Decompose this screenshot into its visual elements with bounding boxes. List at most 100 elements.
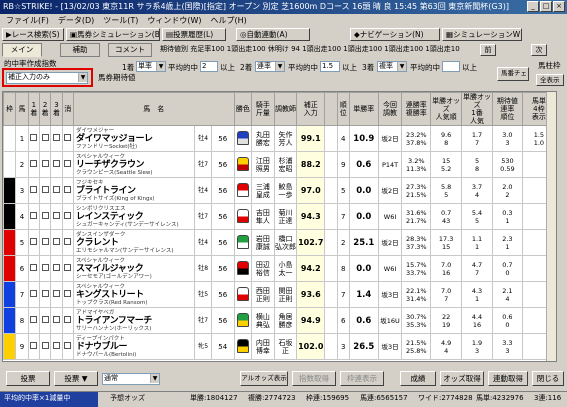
second-checkbox[interactable] — [38, 281, 52, 308]
c5-select[interactable]: 複率 ▼ — [377, 61, 407, 72]
table-row[interactable]: 6 スペシャルウィーク スマイルジャック シーセモア(ゴールデンアワー) 牡8 56 田辺 … — [3, 255, 556, 282]
correction-cell[interactable]: 102.7 — [296, 229, 326, 256]
third-checkbox[interactable] — [50, 151, 63, 178]
menu-tool[interactable]: ツール(T) — [103, 14, 138, 27]
delete-checkbox[interactable] — [61, 151, 74, 178]
menu-window[interactable]: ウィンドウ(W) — [147, 14, 201, 27]
horse-name-cell[interactable]: アドマイヤベガ トライアンフマーチ サリーハンナン(ホーリックス) — [72, 307, 196, 334]
checkbox[interactable] — [41, 342, 49, 349]
menu-help[interactable]: ヘルプ(H) — [211, 14, 247, 27]
checkbox[interactable] — [52, 134, 60, 141]
display-mode-select[interactable]: 通常 ▼ — [102, 373, 160, 385]
second-checkbox[interactable] — [38, 151, 52, 178]
auto-sync-button[interactable]: ◎自動連動(A) — [236, 28, 310, 41]
vote-button[interactable]: 投票 — [6, 371, 50, 386]
col-horse-name[interactable]: 馬 名 — [72, 92, 235, 126]
second-checkbox[interactable] — [38, 177, 52, 204]
baken-sim-button[interactable]: ▣馬券シミュレーション(B) — [66, 28, 160, 41]
checkbox[interactable] — [64, 290, 72, 297]
col-waku[interactable]: 枠 — [3, 92, 17, 126]
vote-history-button[interactable]: ▤投票履歴(L) — [162, 28, 226, 41]
next-race-button[interactable]: 次 — [531, 44, 547, 56]
second-checkbox[interactable] — [38, 125, 52, 152]
delete-checkbox[interactable] — [61, 203, 74, 230]
minimize-button[interactable]: _ — [527, 1, 539, 12]
checkbox[interactable] — [41, 316, 49, 323]
tab-comment[interactable]: コメント — [108, 43, 152, 57]
close-window-button[interactable]: 閉じる — [532, 371, 564, 386]
checkbox[interactable] — [52, 290, 60, 297]
first-checkbox[interactable] — [27, 333, 41, 360]
c6-input[interactable] — [442, 61, 460, 72]
first-checkbox[interactable] — [27, 177, 41, 204]
col-jockey[interactable]: 騎手 斤量 — [251, 92, 275, 126]
horse-name-cell[interactable]: ダイワメジャー ダイワマッジョーレ ファンドリーSocket(牡) — [72, 125, 196, 152]
results-button[interactable]: 成績 — [400, 371, 436, 386]
correction-cell[interactable]: 97.0 — [296, 177, 326, 204]
checkbox[interactable] — [41, 160, 49, 167]
first-checkbox[interactable] — [27, 203, 41, 230]
col-place-rate[interactable]: 連勝率 複勝率 — [401, 92, 432, 126]
second-checkbox[interactable] — [38, 229, 52, 256]
second-checkbox[interactable] — [38, 203, 52, 230]
odds-get-button[interactable]: オッズ取得 — [440, 371, 484, 386]
checkbox[interactable] — [30, 160, 38, 167]
delete-checkbox[interactable] — [61, 255, 74, 282]
col-1st[interactable]: 1着 — [27, 92, 41, 126]
menu-data[interactable]: データ(D) — [58, 14, 94, 27]
correction-cell[interactable]: 93.6 — [296, 281, 326, 308]
checkbox[interactable] — [64, 342, 72, 349]
checkbox[interactable] — [52, 160, 60, 167]
close-button[interactable]: × — [553, 1, 565, 12]
delete-checkbox[interactable] — [61, 229, 74, 256]
table-row[interactable]: 9 ディープインパクト ドナウブルー ドナウパール(Bertolini) 牝5 54 内田 … — [3, 333, 556, 360]
checkbox[interactable] — [52, 238, 60, 245]
third-checkbox[interactable] — [50, 125, 63, 152]
checkbox[interactable] — [52, 212, 60, 219]
horse-name-cell[interactable]: スペシャルウィーク キングストリート トップクラス(Red Ransom) — [72, 281, 196, 308]
col-training[interactable]: 今回 調教 — [377, 92, 403, 126]
correction-cell[interactable]: 94.2 — [296, 255, 326, 282]
third-checkbox[interactable] — [50, 281, 63, 308]
correction-cell[interactable]: 99.1 — [296, 125, 326, 152]
checkbox[interactable] — [41, 134, 49, 141]
col-3rd[interactable]: 3着 — [50, 92, 63, 126]
checkbox[interactable] — [41, 290, 49, 297]
col-win-odds[interactable]: 単勝オッズ 人気順 — [430, 92, 463, 126]
table-row[interactable]: 3 フジキセキ ブライトライン ブライトサイズ(King of Kings) 牡4 56 三… — [3, 177, 556, 204]
checkbox[interactable] — [30, 342, 38, 349]
checkbox[interactable] — [64, 238, 72, 245]
checkbox[interactable] — [64, 134, 72, 141]
third-checkbox[interactable] — [50, 229, 63, 256]
third-checkbox[interactable] — [50, 333, 63, 360]
delete-checkbox[interactable] — [61, 125, 74, 152]
horse-name-cell[interactable]: スペシャルウィーク リーチザクラウン クラウンピース(Seattle Slew) — [72, 151, 196, 178]
maximize-button[interactable]: □ — [540, 1, 552, 12]
race-search-button[interactable]: ▶レース検索(S) — [2, 28, 64, 41]
correction-cell[interactable]: 88.2 — [296, 151, 326, 178]
c1-select[interactable]: 単率 ▼ — [136, 61, 166, 72]
second-checkbox[interactable] — [38, 255, 52, 282]
sync-get-button[interactable]: 連動取得 — [488, 371, 528, 386]
checkbox[interactable] — [41, 186, 49, 193]
delete-checkbox[interactable] — [61, 307, 74, 334]
first-checkbox[interactable] — [27, 151, 41, 178]
col-expected[interactable]: 期待値 連率 順位 — [491, 92, 523, 126]
vote-menu-button[interactable]: 投票 ▼ — [54, 371, 98, 386]
checkbox[interactable] — [30, 212, 38, 219]
horse-name-cell[interactable]: ダンスインザダーク クラレント エリモシャルマン(サンデーサイレンス) — [72, 229, 196, 256]
vertical-scrollbar[interactable] — [546, 92, 556, 361]
col-umaban[interactable]: 馬 — [15, 92, 29, 126]
c4-input[interactable]: 1.5 — [320, 61, 340, 72]
checkbox[interactable] — [52, 186, 60, 193]
checkbox[interactable] — [52, 316, 60, 323]
correction-cell[interactable]: 94.9 — [296, 307, 326, 334]
tab-hosoku[interactable]: 補助 — [60, 43, 100, 57]
horse-name-cell[interactable]: シンボリクリスエス レインスティック シュガーキャンディ(サンデーサイレンス) — [72, 203, 196, 230]
first-checkbox[interactable] — [27, 307, 41, 334]
tab-main[interactable]: メイン — [2, 43, 42, 57]
table-row[interactable]: 8 アドマイヤベガ トライアンフマーチ サリーハンナン(ホーリックス) 牡7 56 横山 典… — [3, 307, 556, 334]
delete-checkbox[interactable] — [61, 281, 74, 308]
col-correction[interactable]: 補正 入力 — [296, 92, 326, 126]
checkbox[interactable] — [30, 290, 38, 297]
